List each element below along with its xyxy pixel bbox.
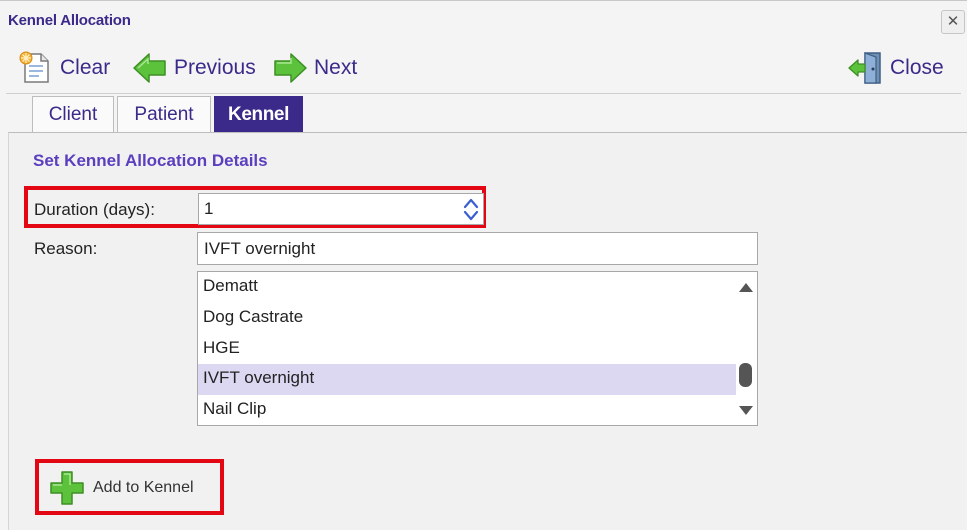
tab-patient[interactable]: Patient <box>117 96 211 133</box>
list-item-selected[interactable]: IVFT overnight <box>198 364 736 395</box>
window-title: Kennel Allocation <box>8 12 131 29</box>
section-title: Set Kennel Allocation Details <box>33 151 268 170</box>
list-item[interactable]: Nail Clip <box>198 395 736 425</box>
close-button[interactable]: Close <box>848 47 944 89</box>
duration-label: Duration (days): <box>34 200 155 219</box>
arrow-right-icon <box>274 53 307 83</box>
close-label: Close <box>890 56 944 79</box>
plus-icon <box>50 471 84 505</box>
next-label: Next <box>314 56 358 79</box>
clear-document-icon <box>19 51 49 83</box>
title-bar: Kennel Allocation ✕ <box>0 1 967 41</box>
reason-value: IVFT overnight <box>204 239 316 258</box>
add-to-kennel-label: Add to Kennel <box>93 479 194 496</box>
reason-options-list[interactable]: Dematt Dog Castrate HGE IVFT overnight N… <box>197 271 758 426</box>
tab-client[interactable]: Client <box>32 96 114 133</box>
kennel-allocation-window: Kennel Allocation ✕ Clear Previous Next <box>0 0 967 530</box>
exit-door-icon <box>848 52 881 84</box>
spinner-arrows-icon[interactable] <box>461 196 481 223</box>
reason-input[interactable]: IVFT overnight <box>197 232 758 265</box>
list-item[interactable]: Dog Castrate <box>198 303 736 334</box>
duration-value: 1 <box>204 199 214 218</box>
close-window-icon[interactable]: ✕ <box>941 10 965 34</box>
arrow-left-icon <box>133 53 166 83</box>
list-item[interactable]: HGE <box>198 334 736 365</box>
tab-kennel[interactable]: Kennel <box>214 96 303 133</box>
clear-label: Clear <box>60 56 111 79</box>
scroll-up-icon[interactable] <box>738 280 754 294</box>
list-item[interactable]: Dematt <box>198 272 736 303</box>
duration-spinner[interactable]: 1 <box>198 193 484 225</box>
next-button[interactable]: Next <box>272 47 357 89</box>
reason-label: Reason: <box>34 239 98 258</box>
previous-label: Previous <box>174 56 256 79</box>
clear-button[interactable]: Clear <box>18 47 110 89</box>
scroll-down-icon[interactable] <box>738 404 754 418</box>
add-to-kennel-button[interactable]: Add to Kennel <box>45 466 215 510</box>
toolbar-divider <box>6 93 961 94</box>
scrollbar-thumb[interactable] <box>739 363 752 387</box>
previous-button[interactable]: Previous <box>132 47 256 89</box>
